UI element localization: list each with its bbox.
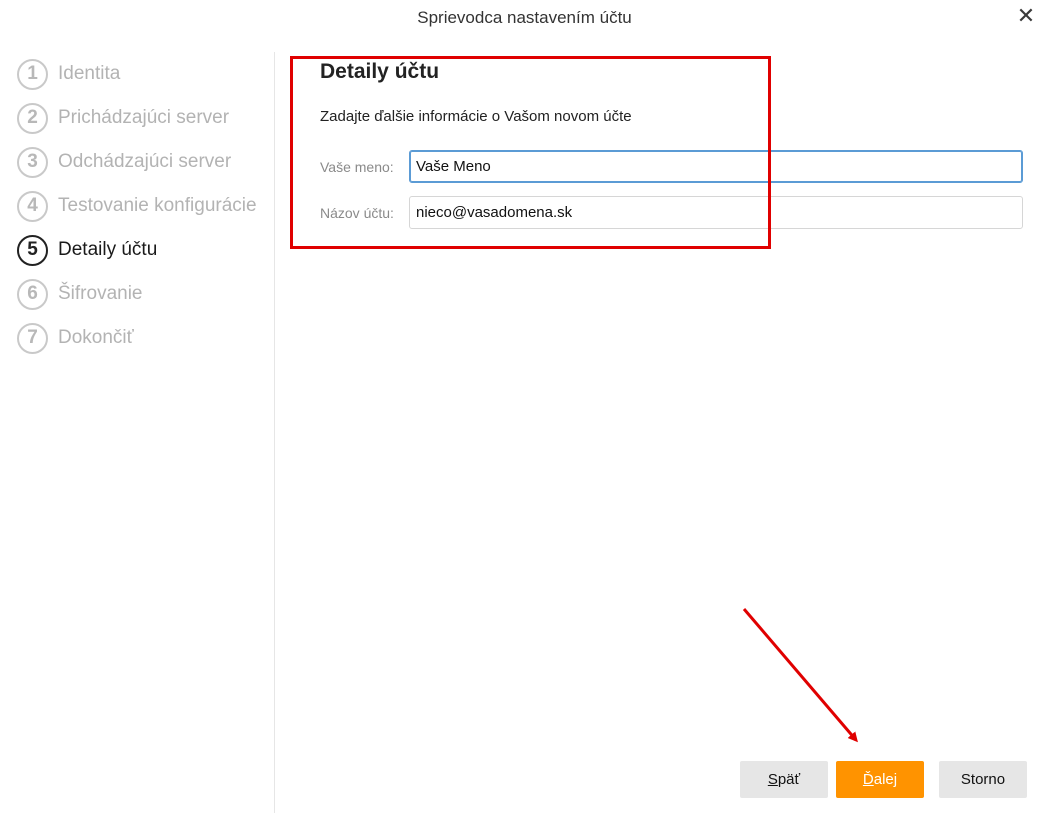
back-label: päť [777,771,801,788]
cancel-button[interactable]: Storno [939,761,1027,798]
next-label: alej [873,771,898,788]
back-button[interactable]: Späť [740,761,828,798]
next-accel: Ď [862,771,874,788]
annotation-arrow [742,608,858,743]
next-button[interactable]: Ďalej [836,761,924,798]
back-accel: S [767,771,778,788]
